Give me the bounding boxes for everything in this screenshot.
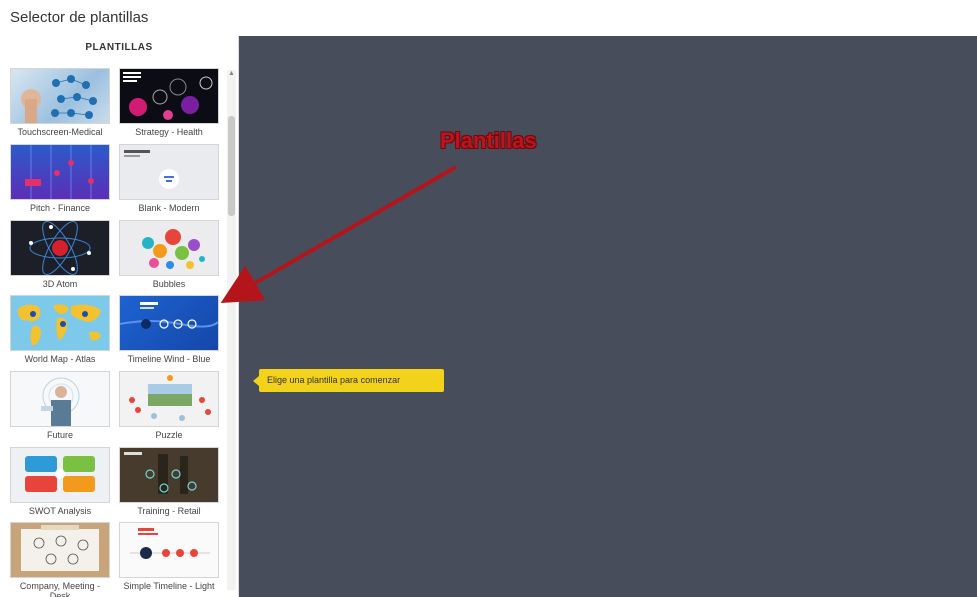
annotation-label: Plantillas [440, 128, 537, 153]
annotation-arrow [220, 165, 458, 304]
